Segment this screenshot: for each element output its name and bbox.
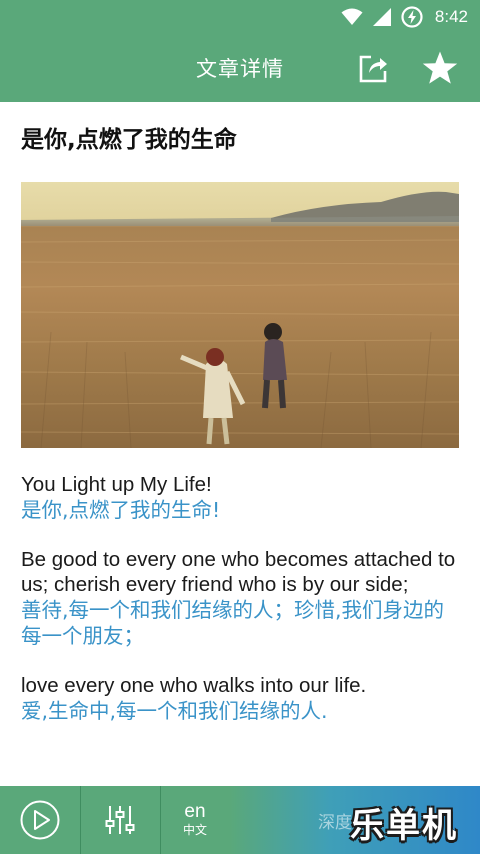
article-title: 是你,点燃了我的生命 — [21, 127, 237, 153]
play-button[interactable] — [0, 786, 80, 854]
share-button[interactable] — [356, 51, 390, 85]
paragraph-english: You Light up My Life! — [21, 473, 212, 496]
paragraph-chinese: 善待,每一个和我们结缘的人；珍惜,我们身边的每一个朋友； — [21, 598, 445, 648]
language-toggle-button[interactable]: en 中文 — [160, 786, 230, 854]
paragraph: love every one who walks into our life. … — [21, 673, 459, 724]
article-content[interactable]: 是你,点燃了我的生命 You Light up My Life! 是你,点燃了我… — [0, 102, 480, 786]
paragraph-chinese: 是你,点燃了我的生命! — [21, 498, 221, 522]
battery-charging-icon — [401, 6, 423, 28]
play-icon — [20, 800, 60, 840]
paragraph-english: Be good to every one who becomes attache… — [21, 548, 456, 596]
star-icon — [422, 51, 458, 84]
paragraph-chinese: 爱,生命中,每一个和我们结缘的人. — [21, 699, 328, 723]
lang-zh-label: 中文 — [182, 823, 207, 837]
paragraph: Be good to every one who becomes attache… — [21, 547, 459, 649]
app-bar: 文章详情 — [0, 34, 480, 102]
favorite-button[interactable] — [421, 50, 459, 86]
article-image — [21, 182, 459, 448]
status-time: 8:42 — [434, 7, 468, 26]
watermark-logo: 乐单机 — [350, 806, 458, 846]
signal-icon — [372, 8, 391, 26]
share-icon — [359, 55, 387, 83]
equalizer-button[interactable] — [80, 786, 160, 854]
status-bar: 8:42 — [0, 0, 480, 34]
paragraph: You Light up My Life! 是你,点燃了我的生命! — [21, 472, 459, 523]
article-paragraphs: You Light up My Life! 是你,点燃了我的生命! Be goo… — [21, 472, 459, 724]
lang-en-label: en — [184, 801, 206, 822]
paragraph-english: love every one who walks into our life. — [21, 674, 367, 697]
wifi-icon — [341, 8, 363, 26]
equalizer-icon — [105, 806, 135, 834]
page-title: 文章详情 — [196, 57, 284, 81]
track-label: 深度 — [318, 813, 352, 833]
